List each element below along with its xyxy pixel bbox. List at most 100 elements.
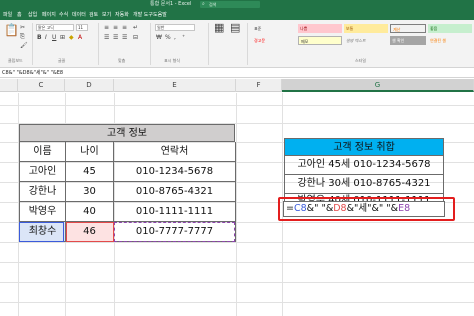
header-age[interactable]: 나이 <box>66 142 114 162</box>
clipboard-group-label: 클립보드 <box>8 58 23 63</box>
tab-help[interactable]: 도움말 <box>153 11 167 20</box>
gridline <box>0 242 474 243</box>
align-middle-icon[interactable]: ≡ <box>113 24 118 32</box>
table-cell-contact[interactable]: 010-8765-4321 <box>114 182 236 202</box>
gridline <box>0 105 474 106</box>
cut-icon[interactable]: ✂ <box>20 24 25 32</box>
merged-row[interactable]: 강한나 30세 010-8765-4321 <box>284 175 444 194</box>
merged-row[interactable]: 고아인 45세 010-1234-5678 <box>284 156 444 175</box>
ribbon-separator <box>208 23 209 65</box>
style-note[interactable]: 메모 <box>298 36 342 45</box>
align-center-icon[interactable]: ☰ <box>113 34 118 42</box>
underline-icon[interactable]: U <box>52 34 56 42</box>
wrap-text-icon[interactable]: ↵ <box>133 24 138 32</box>
font-size-box[interactable]: 11 <box>76 24 88 31</box>
select-all-corner[interactable] <box>0 79 18 92</box>
copy-icon[interactable]: ⎘ <box>20 33 25 41</box>
highlight-box <box>278 197 455 221</box>
tab-insert[interactable]: 삽입 <box>28 11 37 20</box>
table-cell-age[interactable]: 30 <box>66 182 114 202</box>
percent-icon[interactable]: % <box>165 34 171 42</box>
title-bar: 통합 문서1 - Excel ⌕ 검색 <box>0 0 474 9</box>
number-format-box[interactable]: 일반 <box>155 24 195 31</box>
style-calculation[interactable]: 계산 <box>390 24 426 33</box>
font-color-icon[interactable]: A <box>78 34 82 42</box>
align-bottom-icon[interactable]: ≡ <box>122 24 127 32</box>
search-placeholder: 검색 <box>209 2 217 7</box>
format-as-table-icon[interactable]: ▤ <box>230 22 240 33</box>
header-contact[interactable]: 연락처 <box>114 142 236 162</box>
style-linked-cell[interactable]: 연결된 셀 <box>428 36 472 45</box>
bold-icon[interactable]: B <box>37 34 42 42</box>
style-neutral[interactable]: 보통 <box>344 24 388 33</box>
customer-table-title[interactable]: 고객 정보 <box>19 124 235 142</box>
style-bad[interactable]: 나쁨 <box>298 24 342 33</box>
tab-home[interactable]: 홈 <box>17 11 22 20</box>
column-header-row: C D E F G <box>0 79 474 92</box>
search-icon: ⌕ <box>202 1 205 7</box>
tab-page[interactable]: 페이지 <box>42 11 56 20</box>
ribbon-tab-bar: 파일 홈 삽입 페이지 수식 데이터 검토 보기 자동화 개발 도구 도움말 <box>0 9 474 20</box>
ribbon: 📋 ✂ ⎘ 🖌 클립보드 맑은 고딕 11 B I U ⊞ ◆ A 글꼴 ≡ ≡… <box>0 20 474 68</box>
number-group-label: 표시 형식 <box>164 58 180 63</box>
gridline <box>0 282 474 283</box>
ribbon-separator <box>98 23 99 65</box>
window-title: 통합 문서1 - Excel <box>150 1 192 7</box>
font-group-label: 글꼴 <box>58 58 66 63</box>
worksheet-grid[interactable]: 고객 정보 이름 나이 연락처 고아인 45 010-1234-5678 강한나… <box>0 93 474 316</box>
reference-highlight-d8 <box>66 222 114 242</box>
tab-developer[interactable]: 개발 도구 <box>133 11 153 20</box>
tab-formulas[interactable]: 수식 <box>59 11 68 20</box>
align-right-icon[interactable]: ☰ <box>122 34 127 42</box>
table-cell-contact[interactable]: 010-1234-5678 <box>114 162 236 182</box>
paste-icon[interactable]: 📋 <box>4 24 19 36</box>
style-normal[interactable]: 표준 <box>252 24 296 33</box>
tab-file[interactable]: 파일 <box>3 11 12 20</box>
reference-highlight-c8 <box>19 222 64 242</box>
tab-view[interactable]: 보기 <box>102 11 111 20</box>
formula-bar[interactable]: C8&" "&D8&"세"&" "&E8 <box>0 68 474 78</box>
align-left-icon[interactable]: ☰ <box>104 34 109 42</box>
increase-decimal-icon[interactable]: ⁺ <box>182 34 185 42</box>
ribbon-separator <box>32 23 33 65</box>
table-cell-name[interactable]: 강한나 <box>19 182 66 202</box>
column-header-c[interactable]: C <box>18 79 65 92</box>
align-top-icon[interactable]: ≡ <box>104 24 109 32</box>
styles-group-label: 스타일 <box>355 58 367 63</box>
tab-automate[interactable]: 자동화 <box>115 11 129 20</box>
column-header-f[interactable]: F <box>236 79 282 92</box>
italic-icon[interactable]: I <box>45 34 47 42</box>
formula-bar-text[interactable]: C8&" "&D8&"세"&" "&E8 <box>2 68 63 78</box>
table-cell-age[interactable]: 45 <box>66 162 114 182</box>
merge-cells-icon[interactable]: ⊟ <box>133 34 138 42</box>
currency-icon[interactable]: ₩ <box>156 34 162 42</box>
style-warning[interactable]: 경고문 <box>252 36 296 45</box>
font-name-box[interactable]: 맑은 고딕 <box>36 24 74 31</box>
table-cell-contact[interactable]: 010-1111-1111 <box>114 202 236 222</box>
ribbon-separator <box>247 23 248 65</box>
fill-color-icon[interactable]: ◆ <box>69 34 74 42</box>
header-name[interactable]: 이름 <box>19 142 66 162</box>
merged-table-title[interactable]: 고객 정보 취합 <box>284 138 444 156</box>
comma-icon[interactable]: , <box>174 34 176 42</box>
tab-data[interactable]: 데이터 <box>72 11 86 20</box>
table-cell-name[interactable]: 박영우 <box>19 202 66 222</box>
column-header-d[interactable]: D <box>65 79 114 92</box>
alignment-group-label: 맞춤 <box>118 58 126 63</box>
tab-review[interactable]: 검토 <box>89 11 98 20</box>
reference-highlight-e8 <box>114 222 235 242</box>
gridline <box>0 302 474 303</box>
ribbon-separator <box>150 23 151 65</box>
conditional-format-icon[interactable]: ▦ <box>214 22 224 33</box>
border-icon[interactable]: ⊞ <box>60 34 65 42</box>
format-painter-icon[interactable]: 🖌 <box>20 42 28 50</box>
search-box[interactable]: ⌕ 검색 <box>200 1 260 8</box>
table-cell-age[interactable]: 40 <box>66 202 114 222</box>
style-explanatory[interactable]: 설명 텍스트 <box>344 36 388 45</box>
column-header-e[interactable]: E <box>114 79 236 92</box>
table-cell-name[interactable]: 고아인 <box>19 162 66 182</box>
style-check-cell[interactable]: 셀 확인 <box>390 36 426 45</box>
gridline <box>0 262 474 263</box>
column-header-g[interactable]: G <box>282 79 474 92</box>
style-good[interactable]: 좋음 <box>428 24 472 33</box>
